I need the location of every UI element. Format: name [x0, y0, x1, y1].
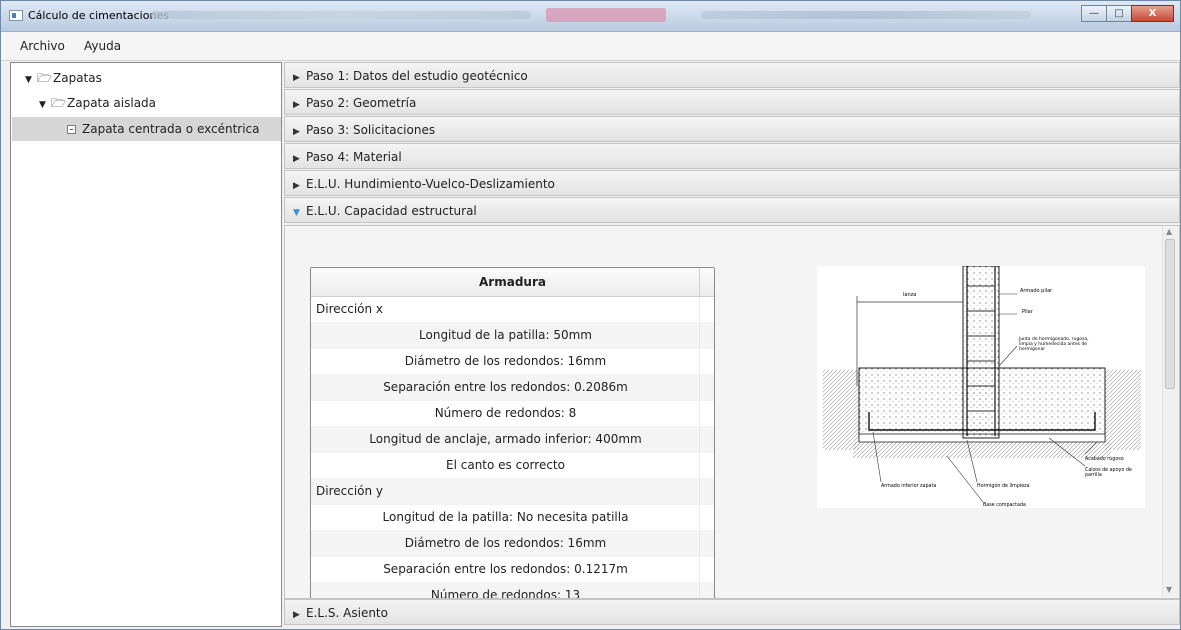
expand-arrow-icon[interactable]: ▼ [25, 68, 37, 92]
footing-section-svg: lanza Armado pilar Pilar Junta de hormig… [823, 266, 1141, 508]
table-row[interactable]: Dirección y [311, 479, 714, 505]
pane-els-asiento[interactable]: ▶ E.L.S. Asiento [284, 599, 1180, 625]
table-row[interactable]: Diámetro de los redondos: 16mm [311, 349, 714, 375]
expanded-arrow-icon: ▼ [293, 208, 300, 218]
document-icon [67, 125, 76, 134]
pane-paso-2[interactable]: ▶ Paso 2: Geometría [284, 89, 1180, 115]
collapsed-arrow-icon: ▶ [293, 73, 300, 83]
app-window: Cálculo de cimentaciones — □ X Archivo A… [0, 0, 1181, 630]
pane-title: Paso 3: Solicitaciones [306, 123, 436, 137]
collapsed-arrow-icon: ▶ [293, 181, 300, 191]
pane-content-capacidad: Armadura Dirección x Longitud de la pati… [284, 225, 1180, 599]
pane-title: Paso 1: Datos del estudio geotécnico [306, 69, 528, 83]
pane-elu-capacidad[interactable]: ▼ E.L.U. Capacidad estructural [284, 197, 1180, 223]
maximize-button[interactable]: □ [1106, 5, 1132, 22]
app-icon [9, 10, 23, 21]
pane-title: Paso 2: Geometría [306, 96, 417, 110]
table-header-filler [699, 268, 714, 296]
table-row[interactable]: Longitud de anclaje, armado inferior: 40… [311, 427, 714, 453]
drawing-label: Base compactada [983, 502, 1026, 508]
drawing-label: Acabado rugoso [1085, 456, 1124, 462]
scrollbar-thumb[interactable] [1165, 239, 1175, 389]
collapsed-arrow-icon: ▶ [293, 100, 300, 110]
table-row[interactable]: Longitud de la patilla: No necesita pati… [311, 505, 714, 531]
window-title: Cálculo de cimentaciones [28, 9, 169, 22]
drawing-label: Armado pilar [1020, 288, 1053, 294]
pane-paso-1[interactable]: ▶ Paso 1: Datos del estudio geotécnico [284, 62, 1180, 88]
table-row[interactable]: Diámetro de los redondos: 16mm [311, 531, 714, 557]
table-row[interactable]: Número de redondos: 8 [311, 401, 714, 427]
scroll-down-icon[interactable]: ▼ [1166, 585, 1172, 594]
drawing-label: hormigonar [1019, 346, 1045, 352]
window-controls: — □ X [1081, 5, 1174, 22]
drawing-label: Armado inferior zapata [881, 483, 936, 489]
tree-item-label: Zapata centrada o excéntrica [82, 122, 260, 136]
expand-arrow-icon[interactable]: ▼ [39, 93, 51, 117]
pane-title: E.L.U. Hundimiento-Vuelco-Deslizamiento [306, 177, 555, 191]
pane-paso-3[interactable]: ▶ Paso 3: Solicitaciones [284, 116, 1180, 142]
navigation-tree: ▼ 🗁Zapatas ▼ 🗁Zapata aislada Zapata centra… [10, 62, 282, 627]
open-folder-icon: 🗁 [37, 71, 52, 85]
close-button[interactable]: X [1131, 5, 1174, 22]
accordion-panel: ▶ Paso 1: Datos del estudio geotécnico ▶ P… [284, 62, 1180, 627]
drawing-label: parrilla [1085, 472, 1102, 478]
pane-paso-4[interactable]: ▶ Paso 4: Material [284, 143, 1180, 169]
pane-elu-hundimiento[interactable]: ▶ E.L.U. Hundimiento-Vuelco-Deslizamiento [284, 170, 1180, 196]
table-header-label: Armadura [479, 275, 546, 289]
pane-title: E.L.U. Capacidad estructural [306, 204, 477, 218]
blurred-title-region [546, 8, 666, 22]
menu-bar: Archivo Ayuda [1, 32, 1180, 61]
drawing-label: Hormigón de limpieza [977, 482, 1030, 489]
footing-drawing: lanza Armado pilar Pilar Junta de hormig… [817, 266, 1145, 508]
armadura-table: Armadura Dirección x Longitud de la pati… [310, 267, 715, 598]
table-row[interactable]: El canto es correcto [311, 453, 714, 479]
table-row[interactable]: Separación entre los redondos: 0.1217m [311, 557, 714, 583]
drawing-label: lanza [903, 292, 916, 298]
pane-title: E.L.S. Asiento [306, 606, 388, 620]
tree-item-zapata-aislada[interactable]: ▼ 🗁Zapata aislada [39, 91, 156, 115]
collapsed-arrow-icon: ▶ [293, 610, 300, 620]
table-row[interactable]: Separación entre los redondos: 0.2086m [311, 375, 714, 401]
blurred-title-region [701, 11, 1031, 19]
title-bar[interactable]: Cálculo de cimentaciones — □ X [1, 1, 1180, 32]
tree-item-label: Zapata aislada [67, 96, 157, 110]
tree-item-zapata-centrada[interactable]: Zapata centrada o excéntrica [67, 117, 260, 141]
tree-item-zapatas[interactable]: ▼ 🗁Zapatas [25, 66, 102, 90]
scroll-up-icon[interactable]: ▲ [1166, 227, 1172, 236]
table-row[interactable]: Dirección x [311, 297, 714, 323]
menu-archivo[interactable]: Archivo [20, 39, 65, 53]
table-header: Armadura [311, 268, 714, 297]
table-row[interactable]: Número de redondos: 13 [311, 583, 714, 598]
collapsed-arrow-icon: ▶ [293, 154, 300, 164]
table-row[interactable]: Longitud de la patilla: 50mm [311, 323, 714, 349]
tree-item-label: Zapatas [53, 71, 102, 85]
open-folder-icon: 🗁 [51, 96, 66, 110]
pane-title: Paso 4: Material [306, 150, 402, 164]
content-scrollbar[interactable]: ▲ ▼ [1162, 227, 1178, 597]
drawing-label: Pilar [1022, 309, 1034, 315]
minimize-button[interactable]: — [1081, 5, 1107, 22]
menu-ayuda[interactable]: Ayuda [84, 39, 121, 53]
collapsed-arrow-icon: ▶ [293, 127, 300, 137]
blurred-title-region [151, 11, 531, 19]
